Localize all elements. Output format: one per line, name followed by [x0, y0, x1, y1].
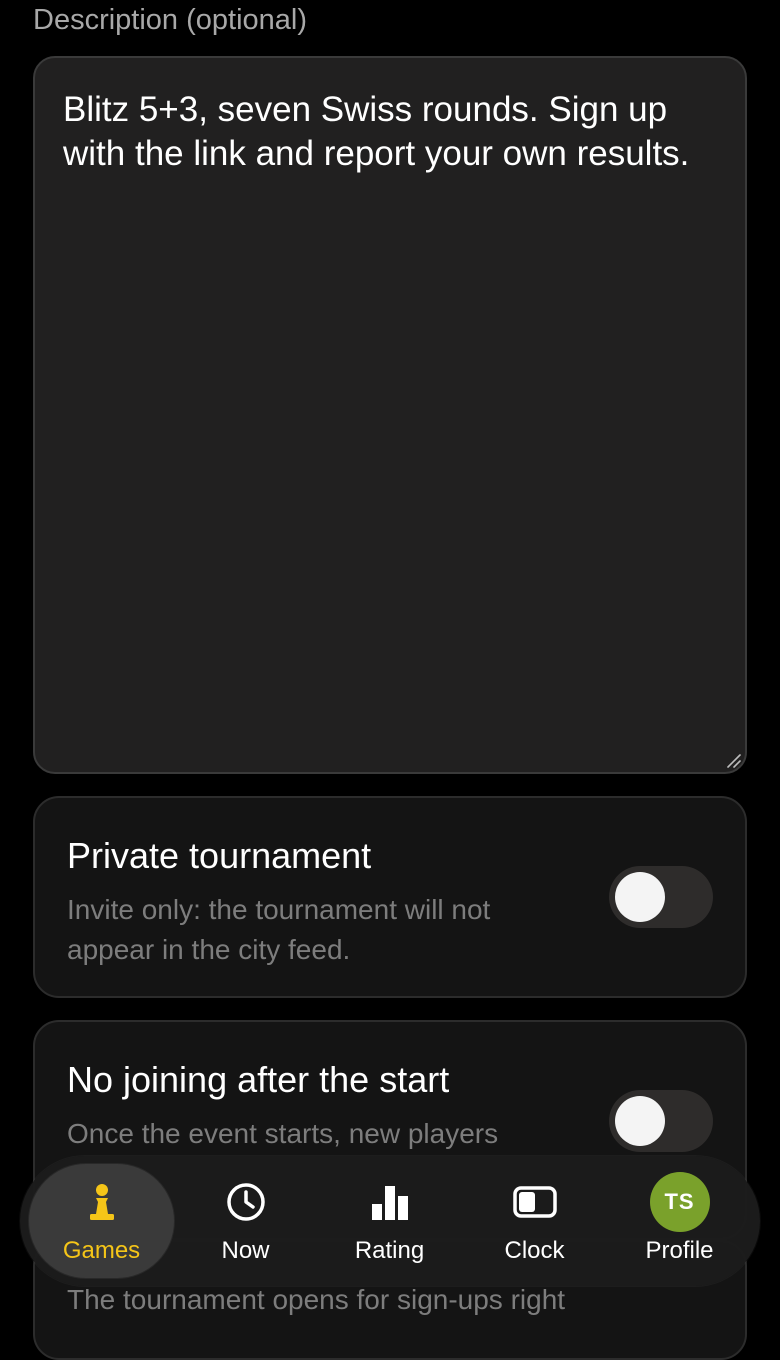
tab-now[interactable]: Now — [173, 1164, 318, 1278]
private-tournament-toggle[interactable] — [609, 866, 713, 928]
private-tournament-card: Private tournament Invite only: the tour… — [33, 796, 747, 998]
tab-rating-label: Rating — [354, 1237, 425, 1264]
tab-now-label: Now — [221, 1237, 270, 1264]
clock-icon — [226, 1183, 265, 1221]
no-late-join-title: No joining after the start — [67, 1059, 450, 1100]
tab-clock-label: Clock — [504, 1237, 565, 1264]
signup-card-text: The tournament opens for sign-ups right — [67, 1284, 566, 1315]
no-late-join-description: Once the event starts, new players — [67, 1118, 499, 1149]
description-label: Description (optional) — [33, 4, 308, 36]
bottom-tab-bar: Games Now Rating Clock TS Profile — [20, 1156, 760, 1286]
tab-clock[interactable]: Clock — [462, 1164, 607, 1278]
description-textarea[interactable]: Blitz 5+3, seven Swiss rounds. Sign up w… — [33, 56, 747, 774]
tab-games[interactable]: Games — [29, 1164, 174, 1278]
tab-games-label: Games — [62, 1237, 141, 1264]
pawn-icon — [89, 1184, 114, 1220]
tab-profile[interactable]: TS Profile — [607, 1164, 752, 1278]
chess-clock-icon — [512, 1186, 557, 1218]
tab-rating[interactable]: Rating — [317, 1164, 462, 1278]
no-late-join-toggle[interactable] — [609, 1090, 713, 1152]
toggle-knob — [615, 1096, 665, 1146]
toggle-knob — [615, 872, 665, 922]
tab-profile-label: Profile — [645, 1237, 714, 1264]
avatar: TS — [649, 1172, 710, 1232]
description-text: Blitz 5+3, seven Swiss rounds. Sign up w… — [63, 90, 690, 173]
resize-grip-icon[interactable] — [724, 751, 742, 769]
private-tournament-title: Private tournament — [67, 835, 372, 876]
private-tournament-description: Invite only: the tournament will not app… — [67, 894, 491, 965]
bar-chart-icon — [371, 1186, 408, 1220]
